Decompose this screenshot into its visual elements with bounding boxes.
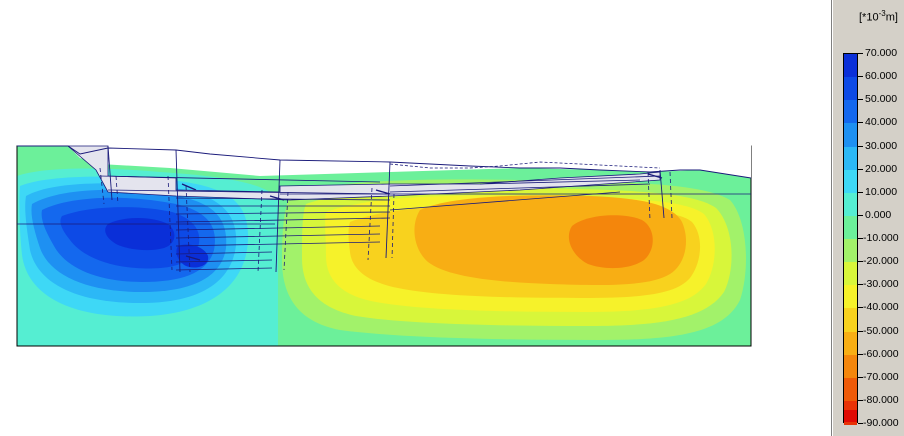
legend-swatch <box>844 377 857 402</box>
legend-tick-label: 60.000 <box>865 70 898 83</box>
color-scale-bar <box>843 53 858 425</box>
legend-swatch <box>844 146 857 171</box>
legend-swatch <box>844 331 857 356</box>
legend-tick-label: -10.000 <box>863 232 899 244</box>
legend-tick-label: 30.000 <box>865 139 898 152</box>
legend-swatch <box>844 410 857 422</box>
legend-tick-label: 70.000 <box>865 47 898 59</box>
legend-swatch <box>844 100 857 125</box>
legend-tick-label: 0.000 <box>865 208 892 221</box>
legend-swatch <box>844 192 857 217</box>
legend-swatch <box>844 285 857 310</box>
legend-swatch <box>844 77 857 102</box>
contour-plot-area[interactable] <box>0 0 831 436</box>
legend-tick-label: -90.000 <box>863 417 899 429</box>
legend-swatch <box>844 123 857 148</box>
legend-tick <box>858 99 863 101</box>
legend-swatch <box>844 215 857 240</box>
legend-tick <box>858 145 863 147</box>
legend-panel: [*10-3m] 70.000 60.000 50.000 40.000 30.000 2… <box>831 0 904 436</box>
legend-tick <box>858 191 863 193</box>
legend-tick-label: -50.000 <box>863 324 899 337</box>
legend-swatch <box>844 354 857 379</box>
legend-swatch <box>844 169 857 194</box>
legend-tick <box>858 76 863 78</box>
legend-tick <box>858 168 863 170</box>
legend-swatch <box>844 54 857 78</box>
legend-tick-label: -80.000 <box>863 393 899 406</box>
legend-tick-label: 20.000 <box>865 162 898 175</box>
legend-tick-label: -20.000 <box>863 255 899 268</box>
legend-tick-label: 40.000 <box>865 116 898 129</box>
legend-swatch <box>844 239 857 263</box>
legend-tick <box>858 122 863 124</box>
legend-tick-label: -60.000 <box>863 347 899 360</box>
displacement-contour-plot[interactable] <box>0 0 831 436</box>
legend-tick <box>858 214 863 216</box>
legend-tick-label: 50.000 <box>865 93 898 106</box>
legend-tick-label: 10.000 <box>865 185 898 198</box>
unit-label: [*10-3m] <box>859 9 898 24</box>
legend-swatch <box>844 308 857 333</box>
legend-tick-label: -70.000 <box>863 370 899 383</box>
legend-swatch <box>844 262 857 287</box>
legend-tick-label: -30.000 <box>863 278 899 291</box>
legend-tick-label: -40.000 <box>863 301 899 314</box>
legend-tick <box>858 53 863 54</box>
